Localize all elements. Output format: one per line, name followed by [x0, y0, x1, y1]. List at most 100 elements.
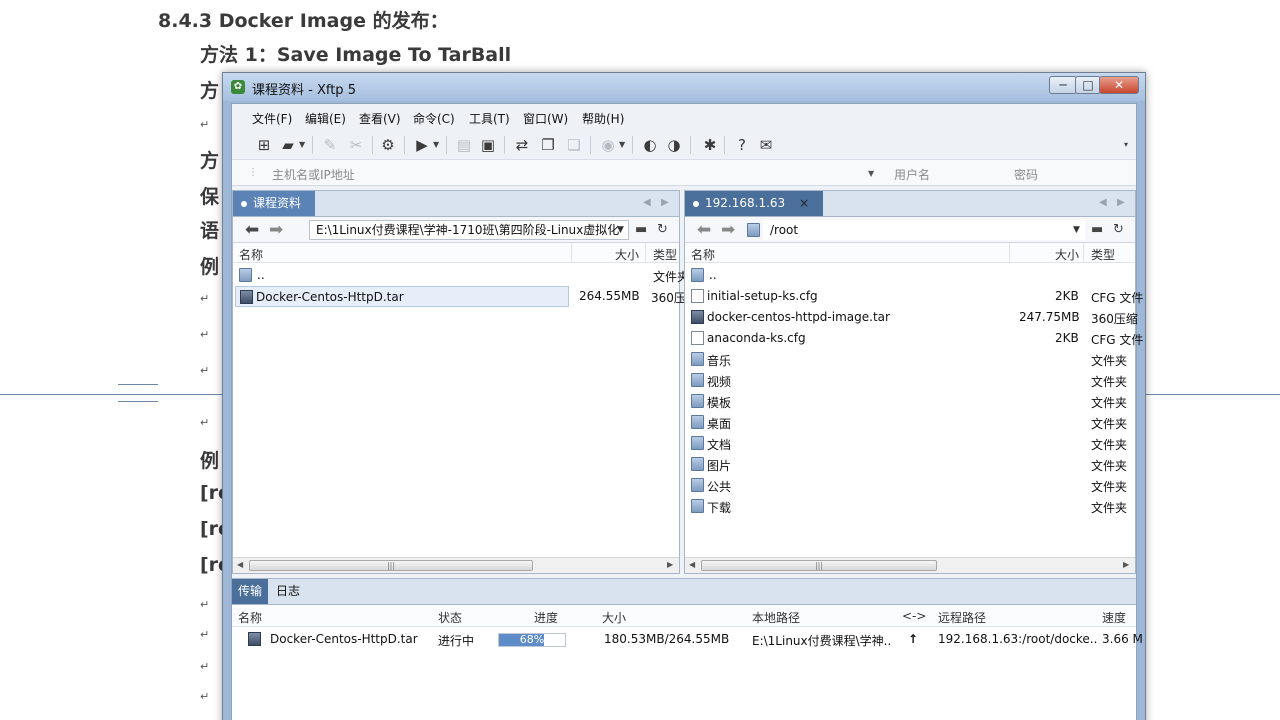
tab-local[interactable]: 课程资料	[233, 191, 315, 216]
host-input[interactable]: 主机名或IP地址	[272, 166, 355, 183]
connect-icon[interactable]: ✎	[320, 135, 340, 155]
col-name[interactable]: 名称	[238, 609, 262, 626]
scroll-thumb[interactable]: |||	[701, 560, 937, 571]
list-item[interactable]: 下载 文件夹	[687, 496, 1133, 517]
list-item[interactable]: 文档 文件夹	[687, 433, 1133, 454]
menu-help[interactable]: 帮助(H)	[582, 110, 624, 127]
globe-icon[interactable]: ◉	[598, 135, 618, 155]
list-item[interactable]: 音乐 文件夹	[687, 349, 1133, 370]
play-icon[interactable]: ▶	[412, 135, 432, 155]
tab-scroll-right-icon[interactable]: ▶	[1117, 197, 1125, 208]
menu-view[interactable]: 查看(V)	[359, 110, 401, 127]
xftp-icon[interactable]: ◑	[664, 135, 684, 155]
list-item[interactable]: 桌面 文件夹	[687, 412, 1133, 433]
list-item[interactable]: initial-setup-ks.cfg 2KB CFG 文件	[687, 286, 1143, 307]
list-item[interactable]: 公共 文件夹	[687, 475, 1133, 496]
username-input[interactable]: 用户名	[894, 166, 930, 183]
horizontal-scrollbar[interactable]: ◀ ||| ▶	[233, 557, 679, 573]
col-status[interactable]: 状态	[438, 609, 462, 626]
page-icon[interactable]: ▤	[454, 135, 474, 155]
col-type[interactable]: 类型	[1091, 246, 1115, 263]
minimize-button[interactable]: ─	[1049, 76, 1077, 94]
list-item-details[interactable]: 264.55MB 360压	[573, 286, 686, 307]
col-local-path[interactable]: 本地路径	[752, 609, 800, 626]
col-size[interactable]: 大小	[615, 246, 639, 263]
scroll-thumb[interactable]: |||	[249, 560, 533, 571]
menu-edit[interactable]: 编辑(E)	[305, 110, 346, 127]
horizontal-scrollbar[interactable]: ◀ ||| ▶	[685, 557, 1135, 573]
title-bar[interactable]: ✿ 课程资料 - Xftp 5 ─ □ ✕	[223, 73, 1145, 101]
list-item[interactable]: .. 文件夹	[235, 265, 689, 286]
chevron-down-icon[interactable]: ▼	[299, 140, 305, 149]
tab-transfer[interactable]: 传输	[232, 579, 269, 604]
chevron-down-icon[interactable]: ▼	[433, 140, 439, 149]
col-type[interactable]: 类型	[653, 246, 677, 263]
active-dot-icon	[693, 200, 699, 207]
paste-icon[interactable]: ❏	[564, 135, 584, 155]
list-item[interactable]: ..	[687, 265, 1133, 286]
chevron-down-icon[interactable]: ▼	[619, 140, 625, 149]
list-item[interactable]: 图片 文件夹	[687, 454, 1133, 475]
column-divider[interactable]	[571, 243, 572, 263]
maximize-button[interactable]: □	[1075, 76, 1101, 94]
tab-scroll-left-icon[interactable]: ◀	[1099, 197, 1107, 208]
forward-arrow-icon[interactable]: ➡	[721, 220, 735, 240]
back-arrow-icon[interactable]: ⬅	[245, 220, 259, 240]
disconnect-icon[interactable]: ✂	[346, 135, 366, 155]
menu-command[interactable]: 命令(C)	[413, 110, 455, 127]
new-session-icon[interactable]: ⊞	[254, 135, 274, 155]
menu-tools[interactable]: 工具(T)	[469, 110, 510, 127]
document-icon[interactable]: ▣	[478, 135, 498, 155]
properties-icon[interactable]: ⚙	[378, 135, 398, 155]
transfer-row[interactable]: Docker-Centos-HttpD.tar 进行中 68% 180.53MB…	[232, 629, 1143, 651]
list-item[interactable]: 视频 文件夹	[687, 370, 1133, 391]
back-arrow-icon[interactable]: ⬅	[697, 220, 711, 240]
remote-path-input[interactable]: /root	[763, 220, 1085, 240]
gear-icon[interactable]: ✱	[700, 135, 720, 155]
close-icon[interactable]: ×	[799, 196, 809, 210]
scroll-left-icon[interactable]: ◀	[237, 560, 243, 569]
refresh-icon[interactable]: ↻	[657, 222, 668, 237]
copy-icon[interactable]: ❐	[538, 135, 558, 155]
scroll-right-icon[interactable]: ▶	[1123, 560, 1129, 569]
tab-remote[interactable]: 192.168.1.63 ×	[685, 191, 823, 216]
tab-scroll-left-icon[interactable]: ◀	[643, 197, 651, 208]
open-folder-icon[interactable]: ▰	[278, 135, 298, 155]
tab-scroll-right-icon[interactable]: ▶	[661, 197, 669, 208]
scroll-right-icon[interactable]: ▶	[667, 560, 673, 569]
chevron-down-icon[interactable]: ▼	[868, 169, 874, 178]
col-direction[interactable]: <->	[902, 609, 926, 623]
list-item[interactable]: docker-centos-httpd-image.tar 247.75MB 3…	[687, 307, 1138, 328]
col-size[interactable]: 大小	[602, 609, 626, 626]
refresh-icon[interactable]: ↻	[1113, 222, 1124, 237]
col-name[interactable]: 名称	[691, 246, 715, 263]
chevron-down-icon[interactable]: ▼	[617, 225, 624, 235]
chat-icon[interactable]: ✉	[756, 135, 776, 155]
column-divider[interactable]	[1083, 243, 1084, 263]
list-item[interactable]: Docker-Centos-HttpD.tar	[235, 286, 569, 307]
password-input[interactable]: 密码	[1014, 166, 1038, 183]
col-name[interactable]: 名称	[239, 246, 263, 263]
xshell-icon[interactable]: ◐	[640, 135, 660, 155]
close-button[interactable]: ✕	[1099, 76, 1139, 94]
list-item[interactable]: anaconda-ks.cfg 2KB CFG 文件	[687, 328, 1143, 349]
column-divider[interactable]	[645, 243, 646, 263]
col-remote-path[interactable]: 远程路径	[938, 609, 986, 626]
local-path-input[interactable]: E:\1Linux付费课程\学神-1710班\第四阶段-Linux虚拟化	[309, 220, 629, 240]
new-folder-icon[interactable]: ▬	[635, 222, 647, 237]
toolbar-overflow-icon[interactable]: ▾	[1124, 140, 1128, 149]
list-item[interactable]: 模板 文件夹	[687, 391, 1133, 412]
menu-window[interactable]: 窗口(W)	[523, 110, 568, 127]
help-icon[interactable]: ?	[732, 135, 752, 155]
col-size[interactable]: 大小	[1055, 246, 1079, 263]
column-divider[interactable]	[1009, 243, 1010, 263]
menu-file[interactable]: 文件(F)	[252, 110, 292, 127]
sync-icon[interactable]: ⇄	[512, 135, 532, 155]
scroll-left-icon[interactable]: ◀	[689, 560, 695, 569]
col-speed[interactable]: 速度	[1102, 609, 1126, 626]
forward-arrow-icon[interactable]: ➡	[269, 220, 283, 240]
tab-log[interactable]: 日志	[270, 579, 306, 604]
new-folder-icon[interactable]: ▬	[1091, 222, 1103, 237]
chevron-down-icon[interactable]: ▼	[1073, 225, 1080, 235]
col-progress[interactable]: 进度	[534, 609, 558, 626]
